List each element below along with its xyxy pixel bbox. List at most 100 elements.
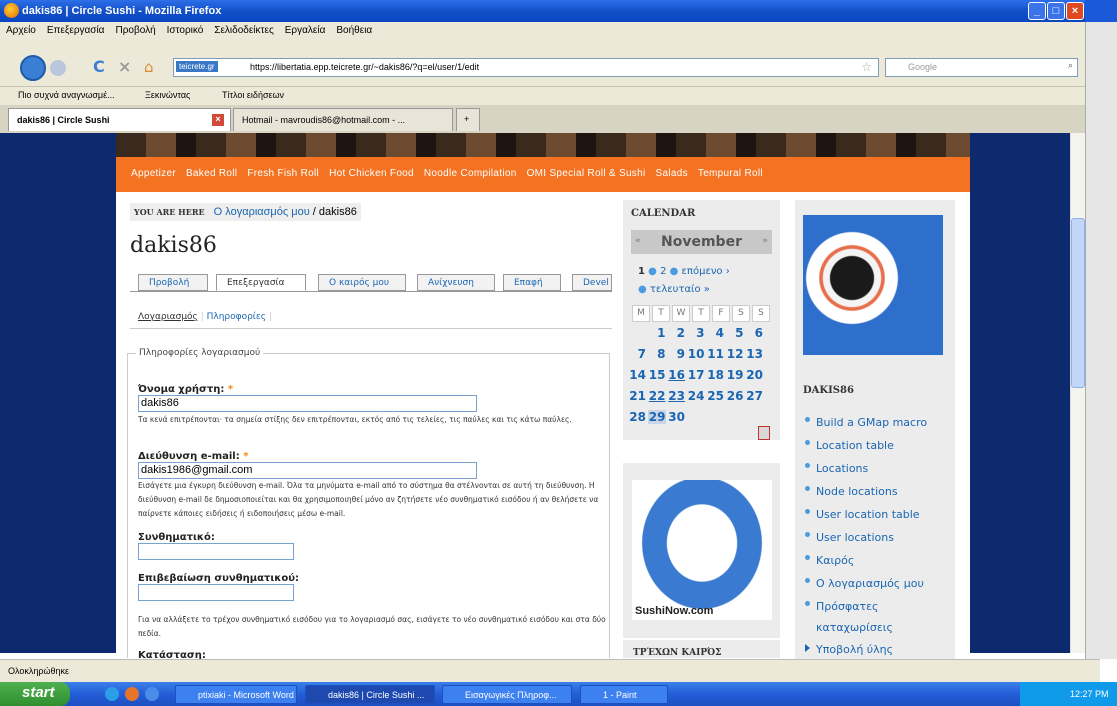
calendar-day[interactable]: 26 [726, 389, 744, 403]
site-nav-item[interactable]: Hot Chicken Food [329, 168, 414, 179]
menu-item-6[interactable]: Βοήθεια [330, 22, 377, 36]
page-tab-3[interactable]: Ανίχνευση [417, 274, 495, 291]
taskbar-button[interactable]: Εισαγωγικές Πληροφ... [442, 685, 572, 704]
reload-icon[interactable]: C [93, 57, 105, 76]
search-icon[interactable]: ⌕ [1068, 60, 1073, 71]
site-nav-item[interactable]: Appetizer [131, 168, 176, 179]
stop-icon[interactable]: × [118, 57, 131, 76]
sidebar-item[interactable]: Build a GMap macro [816, 412, 956, 433]
calendar-day[interactable]: 7 [628, 347, 646, 361]
password-field[interactable] [138, 543, 294, 560]
page-tab-4[interactable]: Επαφή [503, 274, 561, 291]
menu-item-5[interactable]: Εργαλεία [279, 22, 331, 36]
page-tab-0[interactable]: Προβολή [138, 274, 208, 291]
home-icon[interactable]: ⌂ [144, 58, 154, 76]
subtab-info[interactable]: Πληροφορίες [207, 312, 266, 322]
menu-item-0[interactable]: Αρχείο [0, 22, 41, 36]
tab-close-icon[interactable]: × [212, 114, 224, 126]
email-field[interactable]: dakis1986@gmail.com [138, 462, 477, 479]
site-nav-item[interactable]: OMI Special Roll & Sushi [527, 168, 646, 179]
calendar-day[interactable]: 19 [726, 368, 744, 382]
close-button[interactable]: × [1066, 2, 1084, 20]
next-month-icon[interactable]: » [762, 236, 768, 246]
tab-hotmail[interactable]: Hotmail - mavroudis86@hotmail.com - ... [233, 108, 453, 131]
calendar-day[interactable]: 30 [667, 410, 685, 424]
new-tab-button[interactable]: + [456, 108, 480, 131]
pager-page-2[interactable]: 2 [660, 266, 666, 277]
calendar-day[interactable]: 10 [687, 347, 705, 361]
calendar-day[interactable]: 27 [745, 389, 763, 403]
page-scrollbar[interactable] [1070, 133, 1086, 653]
sidebar-item[interactable]: Locations [816, 458, 956, 479]
bookmark-star-icon[interactable]: ☆ [861, 60, 872, 74]
sidebar-item[interactable]: Ο λογαριασμός μου [816, 573, 956, 594]
site-identity-badge[interactable]: teicrete.gr [176, 61, 218, 72]
pager-last[interactable]: τελευταίο » [650, 284, 710, 295]
taskbar-button[interactable]: dakis86 | Circle Sushi ... [305, 685, 435, 704]
maximize-button[interactable]: □ [1047, 2, 1065, 20]
calendar-day[interactable]: 5 [726, 326, 743, 340]
quick-launch-icon[interactable] [125, 687, 139, 701]
tab-circle-sushi[interactable]: dakis86 | Circle Sushi × [8, 108, 231, 131]
subtab-account[interactable]: Λογαριασμός [138, 312, 198, 322]
calendar-day[interactable]: 3 [687, 326, 704, 340]
quick-launch-icon[interactable] [105, 687, 119, 701]
taskbar-button[interactable]: ptixiaki - Microsoft Word [175, 685, 297, 704]
calendar-day[interactable]: 17 [687, 368, 705, 382]
calendar-day[interactable]: 13 [745, 347, 763, 361]
menu-item-4[interactable]: Σελιδοδείκτες [208, 22, 278, 36]
start-button[interactable]: start [0, 682, 70, 706]
menu-item-1[interactable]: Επεξεργασία [41, 22, 110, 36]
quick-launch-icon[interactable] [145, 687, 159, 701]
calendar-day[interactable]: 16 [667, 368, 685, 382]
back-button[interactable] [20, 55, 46, 81]
calendar-day[interactable]: 14 [628, 368, 646, 382]
sidebar-item[interactable]: Καιρός [816, 550, 956, 571]
calendar-day[interactable]: 6 [745, 326, 763, 340]
confirm-password-field[interactable] [138, 584, 294, 601]
breadcrumb-link[interactable]: Ο λογαριασμός μου [214, 206, 310, 218]
sidebar-item[interactable]: User location table [816, 504, 956, 525]
sushi-promo-image[interactable] [632, 480, 772, 620]
calendar-day[interactable]: 4 [706, 326, 724, 340]
calendar-day[interactable]: 21 [628, 389, 646, 403]
search-input[interactable]: Google ⌕ [885, 58, 1078, 77]
bookmark-most-visited[interactable]: Πιο συχνά αναγνωσμέ... [18, 90, 115, 100]
menu-item-3[interactable]: Ιστορικό [161, 22, 209, 36]
sidebar-item[interactable]: Node locations [816, 481, 956, 502]
sidebar-item[interactable]: Πρόσφατες καταχωρίσεις [816, 596, 956, 638]
forward-button[interactable] [50, 60, 66, 76]
site-nav-item[interactable]: Tempural Roll [698, 168, 763, 179]
taskbar-button[interactable]: 1 - Paint [580, 685, 668, 704]
pager-next[interactable]: επόμενο › [682, 266, 730, 277]
calendar-day[interactable]: 8 [648, 347, 665, 361]
site-nav-item[interactable]: Fresh Fish Roll [247, 168, 319, 179]
sidebar-item[interactable]: Υποβολή ύλης [816, 639, 956, 660]
calendar-day[interactable]: 18 [706, 368, 724, 382]
calendar-day[interactable]: 29 [647, 410, 666, 424]
page-tab-1[interactable]: Επεξεργασία [216, 274, 306, 291]
calendar-day[interactable]: 24 [687, 389, 705, 403]
sidebar-item[interactable]: User locations [816, 527, 956, 548]
calendar-day[interactable]: 28 [628, 410, 646, 424]
bookmark-headlines[interactable]: Τίτλοι ειδήσεων [222, 90, 284, 100]
calendar-day[interactable]: 22 [648, 389, 666, 403]
calendar-day[interactable]: 23 [667, 389, 685, 403]
ical-icon[interactable] [758, 426, 770, 440]
calendar-day[interactable]: 1 [648, 326, 665, 340]
calendar-day[interactable]: 20 [745, 368, 763, 382]
scrollbar-thumb[interactable] [1071, 218, 1085, 388]
minimize-button[interactable]: _ [1028, 2, 1046, 20]
calendar-day[interactable]: 15 [648, 368, 666, 382]
sidebar-item[interactable]: Location table [816, 435, 956, 456]
site-nav-item[interactable]: Baked Roll [186, 168, 237, 179]
calendar-day[interactable]: 11 [706, 347, 724, 361]
url-bar[interactable]: teicrete.gr https://libertatia.epp.teicr… [173, 58, 879, 77]
prev-month-icon[interactable]: « [635, 236, 641, 246]
calendar-day[interactable]: 25 [706, 389, 724, 403]
calendar-day[interactable]: 2 [667, 326, 685, 340]
username-field[interactable]: dakis86 [138, 395, 477, 412]
menu-item-2[interactable]: Προβολή [109, 22, 160, 36]
calendar-day[interactable]: 12 [726, 347, 744, 361]
page-tab-5[interactable]: Devel [572, 274, 612, 291]
